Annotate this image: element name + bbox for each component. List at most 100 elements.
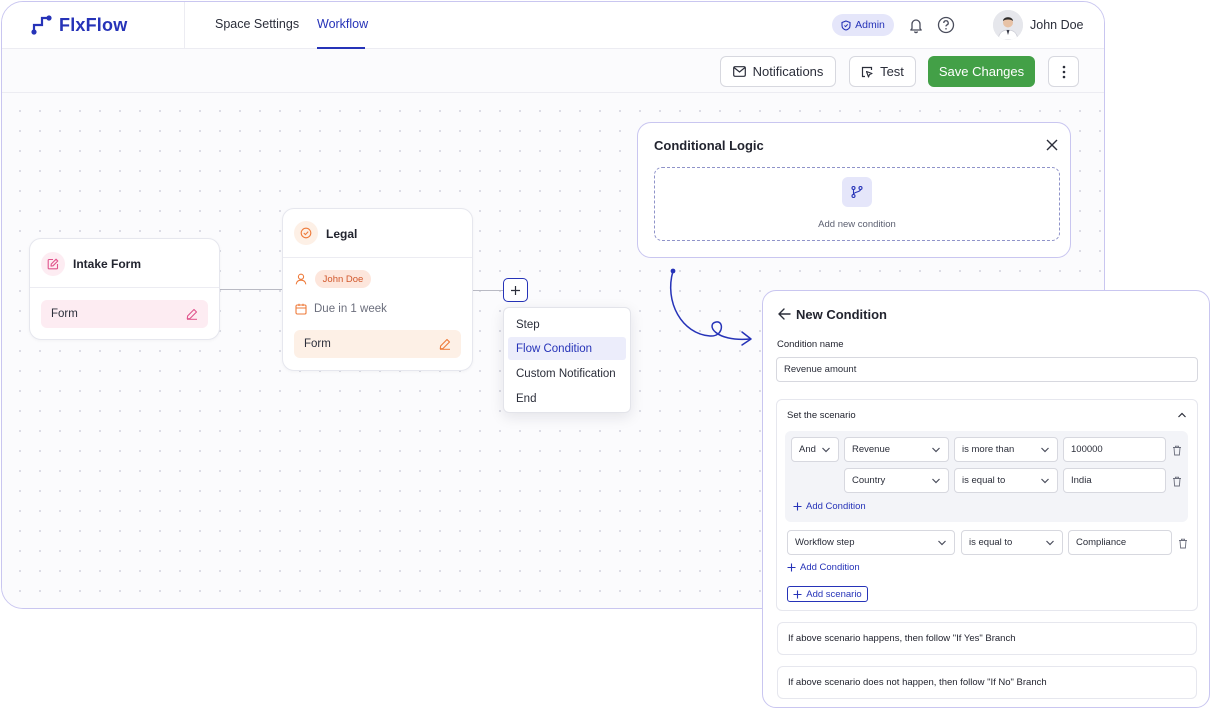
chevron-down-icon (1046, 540, 1054, 546)
notifications-button[interactable]: Notifications (720, 56, 836, 87)
new-condition-panel: New Condition Condition name Revenue amo… (762, 290, 1210, 708)
workflow-step-field-select[interactable]: Workflow step (787, 530, 955, 555)
scenario-title: Set the scenario (787, 410, 856, 421)
calendar-icon (295, 303, 307, 315)
yes-branch-row[interactable]: If above scenario happens, then follow "… (777, 622, 1197, 655)
shield-icon (841, 19, 851, 31)
plus-icon (793, 590, 802, 598)
menu-item-flow-condition[interactable]: Flow Condition (508, 337, 626, 360)
connector-intake-legal (219, 289, 283, 290)
comparator-select-1[interactable]: is more than (954, 437, 1058, 462)
add-condition-dropzone[interactable]: Add new condition (654, 167, 1060, 241)
comparator-select-2[interactable]: is equal to (954, 468, 1058, 493)
pencil-icon[interactable] (186, 308, 198, 320)
more-options-button[interactable] (1048, 56, 1079, 87)
add-condition-label: Add Condition (806, 501, 866, 512)
no-branch-row[interactable]: If above scenario does not happen, then … (777, 666, 1197, 699)
legal-status-badge (294, 221, 318, 245)
chevron-down-icon (822, 447, 830, 453)
close-icon[interactable] (1044, 137, 1060, 153)
value-input-1[interactable]: 100000 (1063, 437, 1166, 462)
tab-workflow[interactable]: Workflow (317, 2, 368, 49)
check-circle-icon (300, 227, 312, 239)
add-condition-link[interactable]: Add Condition (787, 562, 860, 573)
save-changes-button[interactable]: Save Changes (928, 56, 1035, 87)
trash-icon[interactable] (1178, 538, 1188, 549)
workflow-step-comparator-select[interactable]: is equal to (961, 530, 1063, 555)
bell-icon (910, 18, 922, 33)
intake-form-label: Form (51, 308, 78, 320)
add-step-menu: Step Flow Condition Custom Notification … (503, 307, 631, 413)
field-select-2[interactable]: Country (844, 468, 949, 493)
help-button[interactable] (936, 15, 956, 35)
cursor-click-icon (861, 66, 873, 78)
brand-logo[interactable]: FlxFlow (29, 14, 127, 36)
test-button[interactable]: Test (849, 56, 916, 87)
legal-title: Legal (326, 227, 358, 241)
and-condition-group: And Revenue is more than 100000 Country … (785, 431, 1188, 522)
edit-square-icon (47, 258, 59, 270)
plus-icon (787, 563, 796, 572)
field-value-1: Revenue (852, 444, 891, 455)
chevron-down-icon (932, 447, 940, 453)
workflow-step-value-input[interactable]: Compliance (1068, 530, 1172, 555)
add-new-condition-text: Add new condition (818, 219, 896, 230)
user-avatar[interactable] (993, 10, 1023, 40)
field-select-1[interactable]: Revenue (844, 437, 949, 462)
branch-icon-badge (842, 177, 872, 207)
legal-node[interactable]: Legal John Doe Due in 1 week Form (282, 208, 473, 371)
help-circle-icon (937, 16, 955, 34)
admin-role-badge: Admin (832, 14, 894, 36)
legal-form-pill[interactable]: Form (294, 330, 461, 358)
top-navigation-bar: FlxFlow Space Settings Workflow Admin Jo… (2, 2, 1104, 49)
new-condition-title: New Condition (796, 307, 887, 322)
scenario-section: Set the scenario And Revenue is more tha… (776, 399, 1198, 611)
user-avatar-icon (993, 10, 1023, 40)
plus-icon (511, 285, 520, 295)
test-label: Test (880, 64, 904, 79)
comparator-value-2: is equal to (962, 475, 1006, 486)
group-operator-select[interactable]: And (791, 437, 839, 462)
pencil-icon[interactable] (439, 338, 451, 350)
add-condition-in-group-link[interactable]: Add Condition (793, 501, 866, 512)
flxflow-logo-icon (31, 15, 52, 35)
user-icon (295, 273, 307, 285)
trash-icon[interactable] (1172, 476, 1182, 487)
intake-divider (30, 287, 219, 288)
conditional-logic-title: Conditional Logic (654, 138, 764, 153)
group-operator-value: And (799, 444, 816, 455)
brand-name: FlxFlow (59, 14, 128, 35)
notifications-label: Notifications (752, 64, 824, 79)
admin-label: Admin (855, 19, 885, 31)
condition-name-input[interactable]: Revenue amount (776, 357, 1198, 382)
conditional-logic-panel: Conditional Logic Add new condition (637, 122, 1071, 258)
tab-space-settings[interactable]: Space Settings (215, 2, 299, 49)
topbar-divider (184, 2, 185, 49)
chevron-down-icon (938, 540, 946, 546)
legal-divider (283, 257, 472, 258)
comparator-value-1: is more than (962, 444, 1015, 455)
intake-form-node[interactable]: Intake Form Form (29, 238, 220, 340)
chevron-down-icon (1041, 447, 1049, 453)
trash-icon[interactable] (1172, 445, 1182, 456)
add-scenario-button[interactable]: Add scenario (787, 586, 868, 602)
menu-item-custom-notification[interactable]: Custom Notification (508, 362, 626, 385)
add-step-button[interactable] (503, 278, 528, 302)
workflow-step-comparator-value: is equal to (969, 537, 1013, 548)
intake-edit-badge (41, 252, 65, 276)
legal-form-label: Form (304, 338, 331, 350)
intake-form-pill[interactable]: Form (41, 300, 208, 328)
chevron-down-icon (932, 478, 940, 484)
assignee-badge[interactable]: John Doe (315, 270, 371, 288)
more-vertical-icon (1062, 65, 1065, 78)
arrow-left-icon[interactable] (777, 307, 791, 321)
notification-bell-button[interactable] (906, 15, 926, 35)
menu-item-end[interactable]: End (508, 387, 626, 410)
field-value-2: Country (852, 475, 886, 486)
chevron-up-icon[interactable] (1177, 411, 1187, 419)
value-input-2[interactable]: India (1063, 468, 1166, 493)
add-scenario-label: Add scenario (806, 588, 862, 600)
menu-item-step[interactable]: Step (508, 313, 626, 336)
curved-arrow-icon (669, 268, 752, 346)
git-branch-icon (851, 185, 863, 199)
